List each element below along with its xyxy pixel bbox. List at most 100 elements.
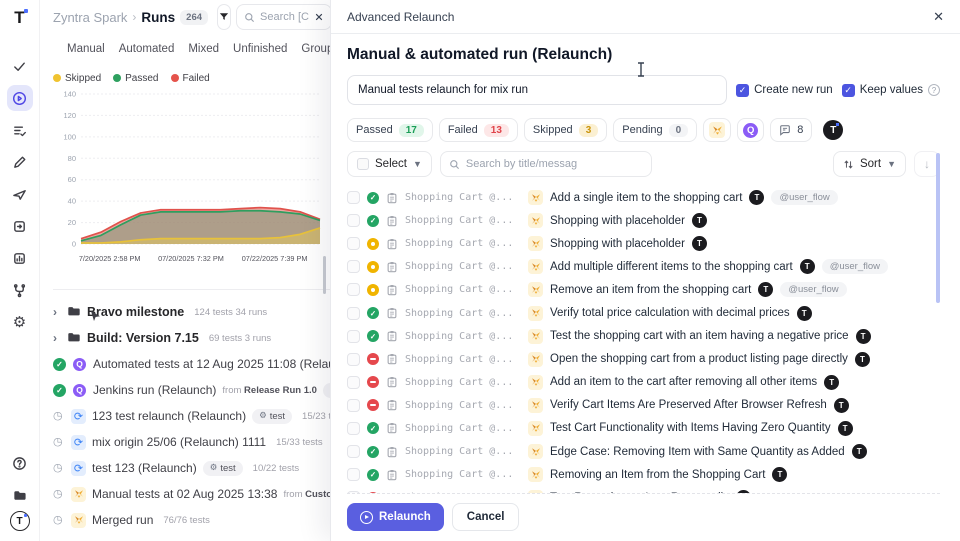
- test-checkbox[interactable]: [347, 353, 360, 366]
- test-checkbox[interactable]: [347, 283, 360, 296]
- legend-dot: [53, 74, 61, 82]
- svg-text:07/22/2025 7:39 PM: 07/22/2025 7:39 PM: [242, 254, 308, 263]
- tab-automated[interactable]: Automated: [119, 43, 175, 55]
- test-checkbox[interactable]: [347, 445, 360, 458]
- fox-icon: [531, 285, 541, 295]
- tab-manual[interactable]: Manual: [67, 43, 105, 55]
- test-assignee-avatar: T: [800, 259, 815, 274]
- test-checkbox[interactable]: [347, 330, 360, 343]
- run-row[interactable]: ✓QJenkins run (Relaunch)from Release Run…: [53, 377, 330, 403]
- expand-chevron-icon[interactable]: ›: [53, 331, 61, 345]
- test-checkbox[interactable]: [347, 307, 360, 320]
- test-row[interactable]: ✓Shopping Cart @...Removing an Item from…: [347, 463, 940, 486]
- checkbox-checked-icon: ✓: [842, 84, 855, 97]
- manual-test-icon: [528, 352, 543, 367]
- filter-chip-label: Skipped: [533, 124, 573, 136]
- test-checkbox[interactable]: [347, 214, 360, 227]
- milestone-row[interactable]: ›Build: Version 7.1569 tests 3 runs: [53, 325, 330, 351]
- automated-type-chip[interactable]: Q: [737, 118, 764, 142]
- left-panel-scrollbar[interactable]: [323, 256, 326, 294]
- breadcrumb-root[interactable]: Zyntra Spark: [53, 10, 127, 25]
- test-checkbox[interactable]: [347, 422, 360, 435]
- filter-chip-passed[interactable]: Passed17: [347, 118, 433, 142]
- test-row[interactable]: Shopping Cart @...Shopping with placehol…: [347, 232, 940, 255]
- pending-clock-icon: ◷: [53, 488, 65, 500]
- tab-unfinished[interactable]: Unfinished: [233, 43, 287, 55]
- run-row[interactable]: ◷⟳test 123 (Relaunch)⚙test10/22 tests: [53, 455, 330, 481]
- test-title: Add an item to the cart after removing a…: [550, 376, 817, 388]
- assignee-avatar[interactable]: T: [823, 120, 843, 140]
- test-row[interactable]: ✓Shopping Cart @...Verify total price ca…: [347, 301, 940, 324]
- keep-values-checkbox[interactable]: ✓ Keep values ?: [842, 84, 940, 97]
- pending-clock-icon: ◷: [53, 410, 65, 422]
- test-plans-icon[interactable]: [7, 117, 33, 143]
- branch-icon[interactable]: [7, 277, 33, 303]
- reports-icon[interactable]: [7, 245, 33, 271]
- tests-list-scrollbar[interactable]: [936, 153, 940, 303]
- global-search-input[interactable]: Search [C: [236, 4, 330, 30]
- tab-mixed[interactable]: Mixed: [188, 43, 219, 55]
- expand-chevron-icon[interactable]: ›: [53, 305, 61, 319]
- help-icon[interactable]: [7, 450, 33, 476]
- select-dropdown[interactable]: Select ▼: [347, 151, 432, 177]
- filter-button[interactable]: [217, 4, 231, 30]
- test-row[interactable]: Shopping Cart @...Open the shopping cart…: [347, 348, 940, 371]
- clipboard-icon: [386, 469, 398, 481]
- sync-run-icon: ⟳: [71, 435, 86, 450]
- filter-chip-failed[interactable]: Failed13: [439, 118, 518, 142]
- launch-plane-icon[interactable]: [7, 181, 33, 207]
- run-row[interactable]: ◷⟳mix origin 25/06 (Relaunch) 111115/33 …: [53, 429, 330, 455]
- clipboard-icon: [386, 376, 398, 388]
- run-row[interactable]: ◷Merged run76/76 tests: [53, 507, 330, 533]
- app-logo-icon[interactable]: T: [14, 8, 24, 28]
- settings-gear-icon[interactable]: ⚙: [7, 309, 33, 335]
- test-row[interactable]: Shopping Cart @...Add an item to the car…: [347, 371, 940, 394]
- close-icon[interactable]: ✕: [933, 9, 944, 25]
- tab-groups[interactable]: Groups: [301, 43, 330, 55]
- check-nav-icon[interactable]: [7, 53, 33, 79]
- cancel-button[interactable]: Cancel: [452, 503, 520, 531]
- svg-text:120: 120: [63, 111, 76, 120]
- compose-pencil-icon[interactable]: [7, 149, 33, 175]
- comments-chip[interactable]: 8: [770, 118, 812, 142]
- test-assignee-avatar: T: [797, 306, 812, 321]
- test-row[interactable]: Shopping Cart @...Add multiple different…: [347, 255, 940, 278]
- milestone-name: Bravo milestone: [87, 305, 184, 319]
- runs-play-icon[interactable]: [7, 85, 33, 111]
- projects-folder-icon[interactable]: [7, 482, 33, 508]
- help-tooltip-icon[interactable]: ?: [928, 84, 940, 96]
- filter-chip-skipped[interactable]: Skipped3: [524, 118, 607, 142]
- test-row[interactable]: ✓Shopping Cart @...Test the shopping car…: [347, 325, 940, 348]
- passed-status-icon: ✓: [367, 307, 379, 319]
- relaunch-button[interactable]: Relaunch: [347, 503, 444, 531]
- test-row[interactable]: ✓Shopping Cart @...Edge Case: Removing I…: [347, 440, 940, 463]
- test-row[interactable]: ✓Shopping Cart @...Shopping with placeho…: [347, 209, 940, 232]
- filter-chip-pending[interactable]: Pending0: [613, 118, 697, 142]
- test-checkbox[interactable]: [347, 237, 360, 250]
- run-row[interactable]: ◷⟳123 test relaunch (Relaunch)⚙test15/23…: [53, 403, 330, 429]
- run-row[interactable]: ◷Manual tests at 02 Aug 2025 13:38from C…: [53, 481, 330, 507]
- test-row[interactable]: ✓Shopping Cart @...Add a single item to …: [347, 186, 940, 209]
- fox-icon: [531, 193, 541, 203]
- select-all-checkbox[interactable]: [357, 158, 369, 170]
- milestone-row[interactable]: ›Bravo milestone124 tests 34 runs: [53, 299, 330, 325]
- manual-run-icon: [71, 513, 86, 528]
- manual-type-chip[interactable]: [703, 118, 731, 142]
- test-checkbox[interactable]: [347, 468, 360, 481]
- user-avatar[interactable]: T: [10, 511, 30, 531]
- sort-button[interactable]: Sort ▼: [833, 151, 906, 177]
- test-row[interactable]: Shopping Cart @...Verify Cart Items Are …: [347, 394, 940, 417]
- run-name-input[interactable]: [347, 75, 727, 105]
- test-checkbox[interactable]: [347, 376, 360, 389]
- test-checkbox[interactable]: [347, 399, 360, 412]
- test-row[interactable]: ✓Shopping Cart @...Test Cart Functionali…: [347, 417, 940, 440]
- test-checkbox[interactable]: [347, 260, 360, 273]
- import-icon[interactable]: [7, 213, 33, 239]
- test-row[interactable]: Shopping Cart @...Remove an item from th…: [347, 278, 940, 301]
- test-checkbox[interactable]: [347, 191, 360, 204]
- run-row[interactable]: ✓QAutomated tests at 12 Aug 2025 11:08 (…: [53, 351, 330, 377]
- tests-search-input[interactable]: Search by title/messag: [440, 151, 652, 177]
- create-new-run-checkbox[interactable]: ✓ Create new run: [736, 84, 833, 97]
- test-row[interactable]: Shopping Cart @...Test Removing an Item …: [347, 486, 940, 493]
- clear-search-icon[interactable]: [314, 12, 324, 22]
